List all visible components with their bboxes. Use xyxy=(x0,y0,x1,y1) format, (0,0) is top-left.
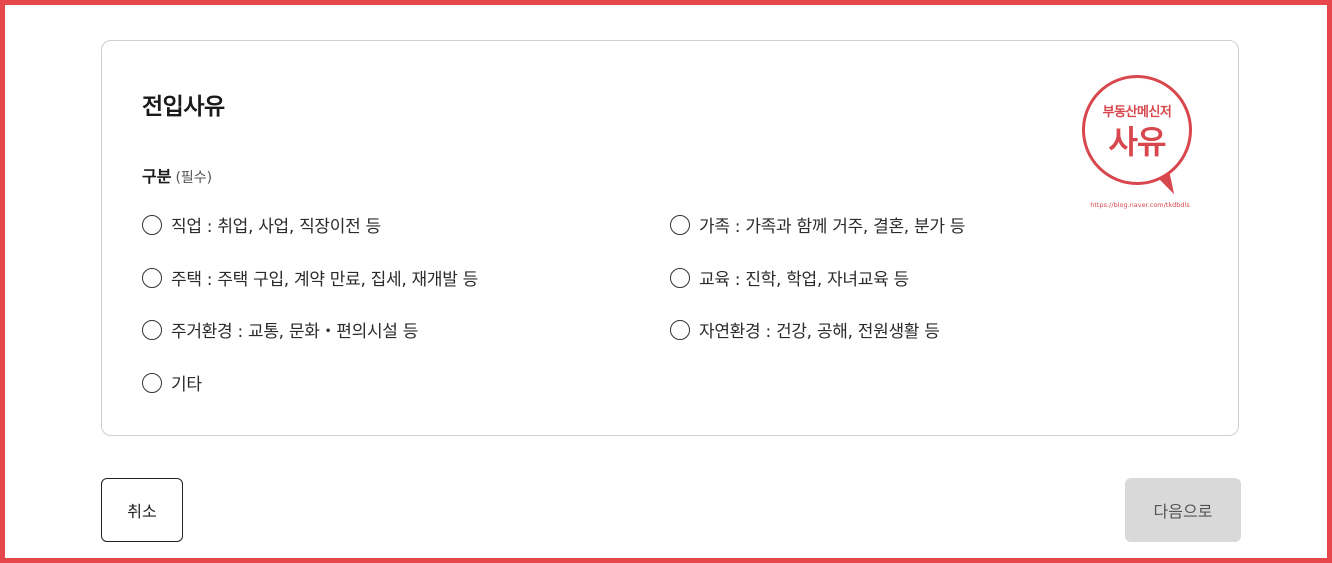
required-marker: (필수) xyxy=(175,170,213,186)
option-natural-environment[interactable]: 자연환경 : 건강, 공해, 전원생활 등 xyxy=(670,317,940,342)
option-job[interactable]: 직업 : 취업, 사업, 직장이전 등 xyxy=(142,212,381,237)
option-other[interactable]: 기타 xyxy=(142,370,202,395)
move-in-reason-card: 전입사유 구분 (필수) 직업 : 취업, 사업, 직장이전 등 가족 : 가족과… xyxy=(101,40,1239,436)
radio-button[interactable] xyxy=(142,372,162,393)
option-housing[interactable]: 주택 : 주택 구입, 계약 만료, 집세, 재개발 등 xyxy=(142,265,478,290)
radio-button[interactable] xyxy=(670,267,690,288)
option-label: 주택 : 주택 구입, 계약 만료, 집세, 재개발 등 xyxy=(171,270,479,290)
cancel-button[interactable]: 취소 xyxy=(101,478,183,542)
option-label: 주거환경 : 교통, 문화・편의시설 등 xyxy=(171,322,419,342)
option-label: 직업 : 취업, 사업, 직장이전 등 xyxy=(171,217,381,237)
option-family[interactable]: 가족 : 가족과 함께 거주, 결혼, 분가 등 xyxy=(670,212,965,237)
option-label: 자연환경 : 건강, 공해, 전원생활 등 xyxy=(699,322,940,342)
radio-button[interactable] xyxy=(142,319,162,340)
radio-button[interactable] xyxy=(670,319,690,340)
next-button[interactable]: 다음으로 xyxy=(1125,478,1241,542)
option-living-environment[interactable]: 주거환경 : 교통, 문화・편의시설 등 xyxy=(142,317,418,342)
stamp-url: https://blog.naver.com/tkdbdls xyxy=(1090,201,1190,209)
option-education[interactable]: 교육 : 진학, 학업, 자녀교육 등 xyxy=(670,265,909,290)
radio-button[interactable] xyxy=(142,214,162,235)
option-label: 기타 xyxy=(171,375,202,395)
radio-button[interactable] xyxy=(670,214,690,235)
option-label: 가족 : 가족과 함께 거주, 결혼, 분가 등 xyxy=(699,217,966,237)
stamp-main-text: 사유 xyxy=(1108,123,1167,161)
category-label: 구분 (필수) xyxy=(142,163,212,187)
option-label: 교육 : 진학, 학업, 자녀교육 등 xyxy=(699,270,909,290)
radio-button[interactable] xyxy=(142,267,162,288)
section-title: 전입사유 xyxy=(142,94,225,120)
category-label-text: 구분 xyxy=(142,167,172,186)
blog-stamp-logo: 부동산메신저 사유 https://blog.naver.com/tkdbdls xyxy=(1078,71,1198,216)
